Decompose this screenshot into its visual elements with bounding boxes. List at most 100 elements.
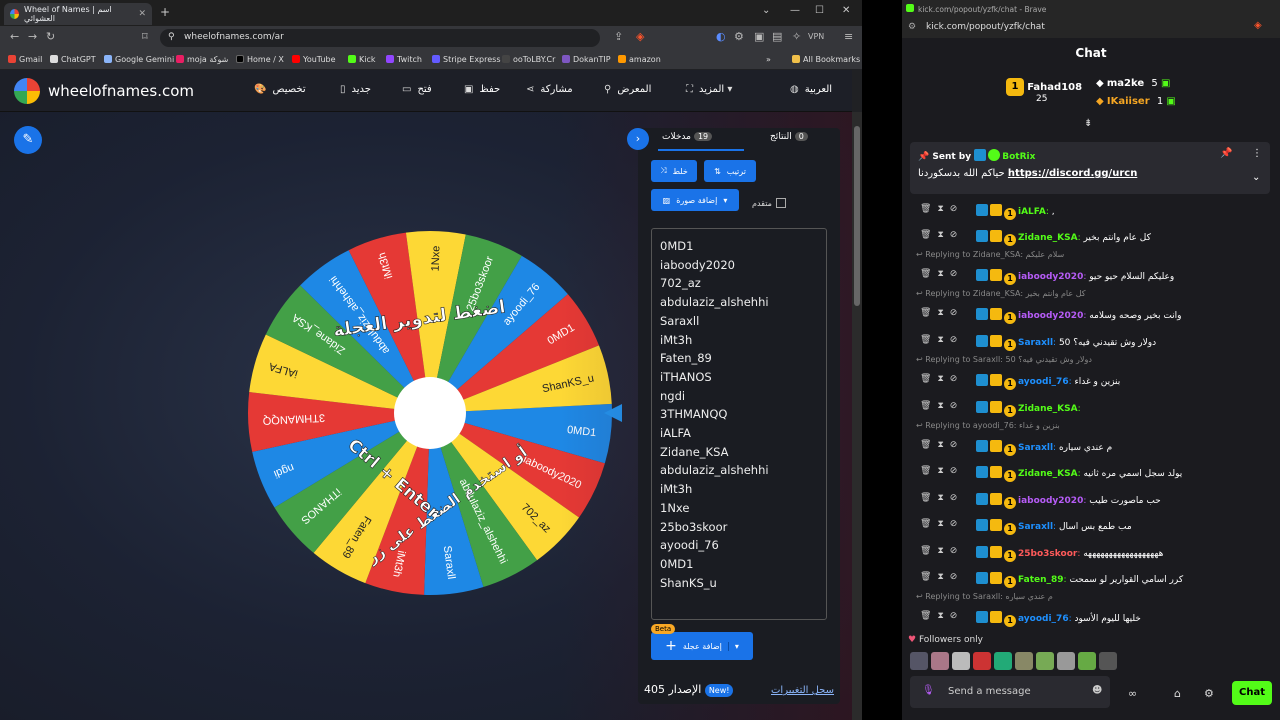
bookmark-ootolby[interactable]: ooToLBY.Cr: [502, 55, 555, 64]
chat-username[interactable]: Saraxll: [1018, 443, 1053, 453]
sidebar-icon[interactable]: ▤: [772, 30, 782, 43]
delete-icon[interactable]: 🗑: [920, 440, 937, 450]
menu-share[interactable]: ⋖ مشاركة: [526, 84, 573, 95]
timeout-icon[interactable]: ⧗: [937, 440, 949, 450]
wheel[interactable]: 0MD1iaboody2020702_azabdulaziz_alshehhiS…: [242, 230, 622, 602]
bookmark-kick[interactable]: Kick: [348, 55, 376, 64]
chat-username[interactable]: 25bo3skoor: [1018, 549, 1077, 559]
entry-line[interactable]: Faten_89: [660, 349, 818, 368]
chat-username[interactable]: Saraxll: [1018, 338, 1053, 348]
timeout-icon[interactable]: ⧗: [937, 401, 949, 411]
share-icon[interactable]: ⇪: [614, 30, 623, 43]
delete-icon[interactable]: 🗑: [920, 308, 937, 318]
wheel-center[interactable]: [394, 377, 466, 449]
entry-line[interactable]: Zidane_KSA: [660, 443, 818, 462]
entries-textarea[interactable]: 0MD1 iaboody2020 702_az abdulaziz_alshehhi S…: [651, 228, 827, 620]
chat-username[interactable]: iALFA: [1018, 207, 1046, 217]
chat-username[interactable]: ayoodi_76: [1018, 377, 1069, 387]
ban-icon[interactable]: ⊘: [950, 269, 964, 279]
mod-tools[interactable]: 🗑⧗⊘: [920, 374, 963, 384]
forward-icon[interactable]: →: [28, 30, 37, 43]
entry-line[interactable]: ngdi: [660, 387, 818, 406]
mod-tools[interactable]: 🗑⧗⊘: [920, 493, 963, 503]
send-chat-button[interactable]: Chat: [1232, 681, 1272, 705]
discord-link[interactable]: https://discord.gg/urcn: [1008, 168, 1137, 179]
mod-tools[interactable]: 🗑⧗⊘: [920, 466, 963, 476]
timeout-icon[interactable]: ⧗: [937, 335, 949, 345]
microphone-icon[interactable]: 🎙: [922, 685, 935, 696]
back-icon[interactable]: ←: [10, 30, 19, 43]
avatar[interactable]: [1099, 652, 1117, 670]
sort-button[interactable]: ⇅ ترتيب: [704, 160, 756, 182]
entry-line[interactable]: Saraxll: [660, 312, 818, 331]
site-settings-icon[interactable]: ⚙: [908, 22, 916, 32]
bookmark-gemini[interactable]: Google Gemini: [104, 55, 174, 64]
avatar[interactable]: [973, 652, 991, 670]
delete-icon[interactable]: 🗑: [920, 466, 937, 476]
chat-username[interactable]: iaboody2020: [1018, 311, 1083, 321]
mod-tools[interactable]: 🗑⧗⊘: [920, 308, 963, 318]
timeout-icon[interactable]: ⧗: [937, 269, 949, 279]
menu-icon[interactable]: ≡: [844, 30, 853, 43]
mod-tools[interactable]: 🗑⧗⊘: [920, 546, 963, 556]
unpin-icon[interactable]: 📌: [1220, 148, 1232, 159]
close-tab-icon[interactable]: ✕: [138, 9, 146, 19]
edit-pencil-icon[interactable]: ✎: [14, 126, 42, 154]
ban-icon[interactable]: ⊘: [950, 611, 964, 621]
site-info-icon[interactable]: ⚲: [168, 32, 175, 42]
audio-icon[interactable]: ◐: [716, 30, 726, 43]
ban-icon[interactable]: ⊘: [950, 519, 964, 529]
delete-icon[interactable]: 🗑: [920, 204, 937, 214]
chat-username[interactable]: Zidane_KSA: [1018, 469, 1078, 479]
menu-save[interactable]: ▣ حفظ: [464, 84, 500, 95]
bookmark-gmail[interactable]: Gmail: [8, 55, 42, 64]
mod-tools[interactable]: 🗑⧗⊘: [920, 611, 963, 621]
timeout-icon[interactable]: ⧗: [937, 308, 949, 318]
mod-tools[interactable]: 🗑⧗⊘: [920, 230, 963, 240]
timeout-icon[interactable]: ⧗: [937, 611, 949, 621]
timeout-icon[interactable]: ⧗: [937, 572, 949, 582]
chat-username[interactable]: iaboody2020: [1018, 272, 1083, 282]
expand-leaders-icon[interactable]: ⇟: [1084, 118, 1092, 129]
entry-line[interactable]: iMt3h: [660, 480, 818, 499]
timeout-icon[interactable]: ⧗: [937, 493, 949, 503]
menu-more[interactable]: ⛶ المزيد ▾: [686, 84, 738, 95]
more-bookmarks-icon[interactable]: »: [766, 55, 771, 64]
site-logo-text[interactable]: wheelofnames.com: [48, 82, 194, 100]
chat-messages[interactable]: 🗑⧗⊘ 1 iALFA: , 🗑⧗⊘ 1 Zidane_KSA: كل عام وانتم…: [902, 196, 1280, 628]
settings-gear-icon[interactable]: ⚙: [1204, 687, 1214, 700]
menu-new[interactable]: ▯ جديد: [340, 84, 371, 95]
menu-customize[interactable]: 🎨 تخصيص: [254, 84, 306, 95]
new-tab-icon[interactable]: +: [160, 5, 170, 19]
chat-username[interactable]: Saraxll: [1018, 522, 1053, 532]
changelog-link[interactable]: سجل التغييرات: [771, 685, 834, 696]
url-input[interactable]: ⚲ wheelofnames.com/ar: [160, 29, 600, 47]
avatar[interactable]: [994, 652, 1012, 670]
delete-icon[interactable]: 🗑: [920, 519, 937, 529]
timeout-icon[interactable]: ⧗: [937, 374, 949, 384]
kicks-icon[interactable]: ∞: [1128, 687, 1137, 700]
bookmark-x[interactable]: Home / X: [236, 55, 284, 64]
timeout-icon[interactable]: ⧗: [937, 519, 949, 529]
menu-language[interactable]: ◍ العربية: [790, 84, 832, 95]
entry-line[interactable]: 0MD1: [660, 237, 818, 256]
delete-icon[interactable]: 🗑: [920, 269, 937, 279]
minimize-icon[interactable]: —: [790, 5, 800, 16]
ban-icon[interactable]: ⊘: [950, 440, 964, 450]
ban-icon[interactable]: ⊘: [950, 335, 964, 345]
delete-icon[interactable]: 🗑: [920, 611, 937, 621]
vpn-button[interactable]: VPN: [808, 32, 824, 41]
bookmark-chatgpt[interactable]: ChatGPT: [50, 55, 96, 64]
ban-icon[interactable]: ⊘: [950, 572, 964, 582]
ban-icon[interactable]: ⊘: [950, 230, 964, 240]
ban-icon[interactable]: ⊘: [950, 493, 964, 503]
entry-line[interactable]: 25bo3skoor: [660, 518, 818, 537]
ban-icon[interactable]: ⊘: [950, 401, 964, 411]
extension-icon[interactable]: ⚙: [734, 30, 744, 43]
entry-line[interactable]: iaboody2020: [660, 256, 818, 275]
collapse-panel-icon[interactable]: ›: [627, 128, 649, 150]
avatar[interactable]: [1036, 652, 1054, 670]
delete-icon[interactable]: 🗑: [920, 374, 937, 384]
delete-icon[interactable]: 🗑: [920, 335, 937, 345]
menu-open[interactable]: ▭ فتح: [402, 84, 432, 95]
